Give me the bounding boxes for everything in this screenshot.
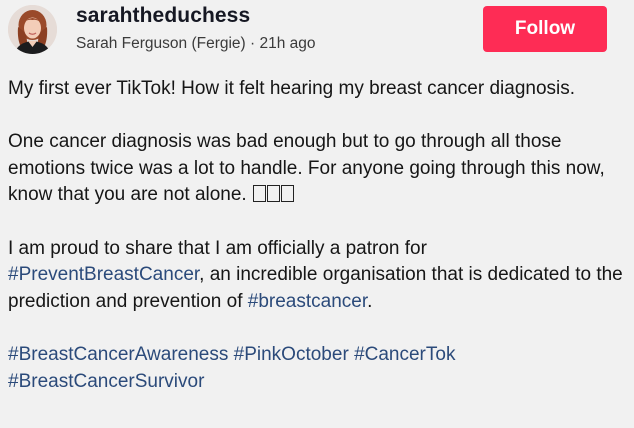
- hashtag-link[interactable]: #PreventBreastCancer: [8, 264, 199, 285]
- post-time: 21h ago: [259, 35, 316, 52]
- caption-p3-before: I am proud to share that I am officially…: [8, 237, 427, 259]
- display-name[interactable]: Sarah Ferguson (Fergie): [76, 35, 246, 52]
- hashtag-link[interactable]: #breastcancer: [248, 291, 367, 312]
- author-meta: Sarah Ferguson (Fergie) · 21h ago: [76, 35, 316, 53]
- missing-glyph-icon: [267, 185, 280, 203]
- hashtag-link[interactable]: #CancerTok: [354, 344, 455, 365]
- missing-glyph-icon: [253, 185, 266, 203]
- hashtag-link[interactable]: #BreastCancerSurvivor: [8, 371, 204, 392]
- caption-paragraph-1: My first ever TikTok! How it felt hearin…: [8, 78, 576, 99]
- caption-paragraph-2-text: One cancer diagnosis was bad enough but …: [8, 131, 605, 206]
- hashtag-link[interactable]: #BreastCancerAwareness: [8, 344, 228, 365]
- post-caption: My first ever TikTok! How it felt hearin…: [8, 76, 628, 395]
- caption-paragraph-3: I am proud to share that I am officially…: [8, 236, 628, 316]
- follow-button[interactable]: Follow: [483, 6, 607, 52]
- username[interactable]: sarahtheduchess: [76, 4, 250, 28]
- caption-p3-after: .: [367, 290, 373, 312]
- hashtag-link[interactable]: #PinkOctober: [234, 344, 349, 365]
- avatar[interactable]: [8, 5, 57, 54]
- emoji-boxes: [252, 184, 294, 205]
- profile-photo-icon: [8, 5, 57, 54]
- meta-separator: ·: [250, 35, 256, 52]
- hashtag-list: #BreastCancerAwareness #PinkOctober #Can…: [8, 342, 628, 395]
- caption-paragraph-2: One cancer diagnosis was bad enough but …: [8, 129, 628, 209]
- missing-glyph-icon: [281, 185, 294, 203]
